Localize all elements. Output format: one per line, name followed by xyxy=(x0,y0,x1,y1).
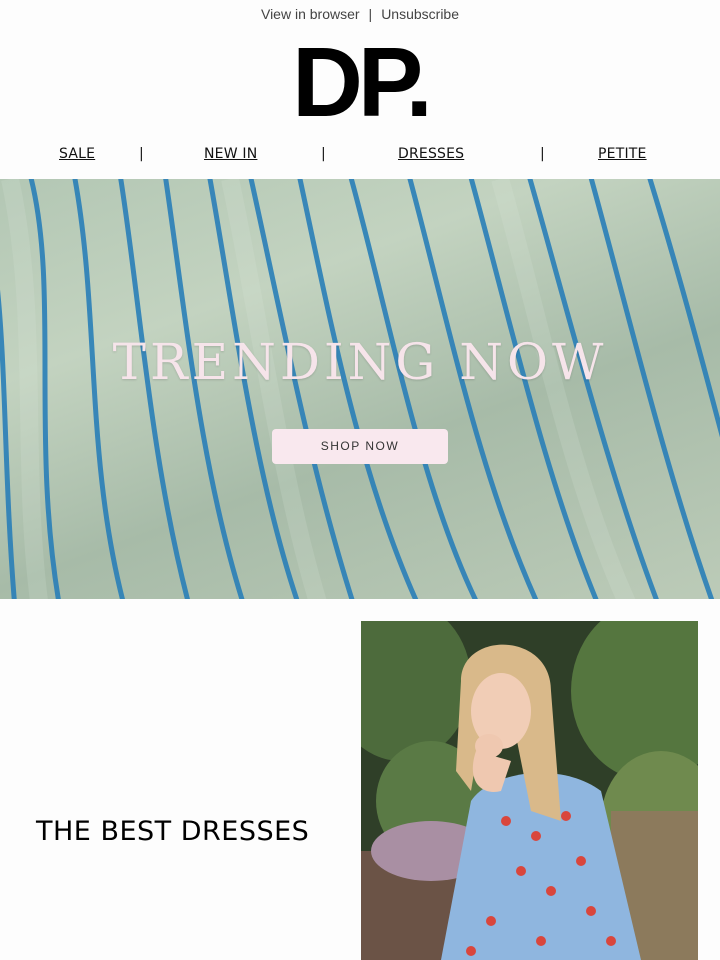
unsubscribe-link[interactable]: Unsubscribe xyxy=(381,6,459,22)
nav-item-sale[interactable]: SALE xyxy=(59,146,95,162)
nav-item-petite[interactable]: PETITE xyxy=(598,146,647,162)
promo-heading: THE BEST DRESSES xyxy=(36,816,310,847)
hero-banner[interactable]: TRENDING NOW SHOP NOW xyxy=(0,179,720,599)
hero-title: TRENDING NOW xyxy=(112,333,608,391)
model-in-floral-dress-photo[interactable] xyxy=(361,621,698,960)
brand-logo[interactable]: DP. xyxy=(0,32,720,132)
preheader-separator: | xyxy=(368,6,373,22)
nav-divider: | xyxy=(139,146,144,162)
view-in-browser-link[interactable]: View in browser xyxy=(261,6,360,22)
nav-divider: | xyxy=(321,146,326,162)
nav-item-new-in[interactable]: NEW IN xyxy=(204,146,257,162)
shop-now-button[interactable]: SHOP NOW xyxy=(272,429,448,464)
model-photo-illustration xyxy=(361,621,698,960)
main-nav: SALE | NEW IN | DRESSES | PETITE xyxy=(0,146,720,168)
nav-item-dresses[interactable]: DRESSES xyxy=(398,146,464,162)
nav-divider: | xyxy=(540,146,545,162)
preheader: View in browser | Unsubscribe xyxy=(0,6,720,22)
